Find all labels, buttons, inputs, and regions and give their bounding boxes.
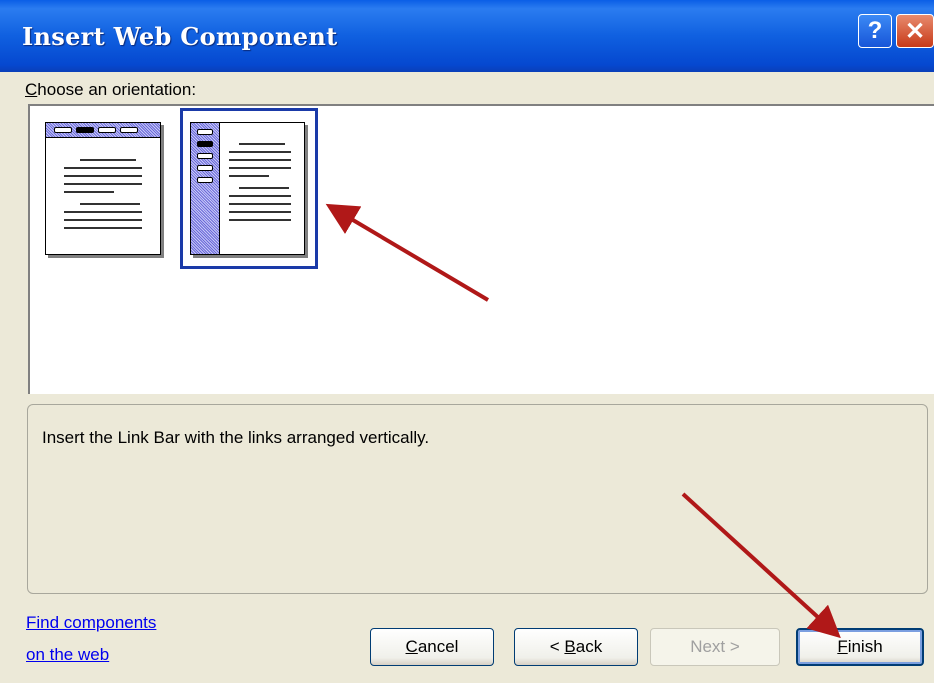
close-button[interactable]: ✕ [896,14,934,48]
description-text: Insert the Link Bar with the links arran… [42,428,430,447]
horizontal-link-bar-icon [46,123,160,138]
help-button[interactable]: ? [858,14,892,48]
cancel-button[interactable]: Cancel [370,628,494,666]
vertical-link-bar-icon [191,123,220,254]
orientation-prompt: Choose an orientation: [25,80,197,99]
find-components-link-line2[interactable]: on the web [26,645,109,665]
finish-button[interactable]: Finish [796,628,924,666]
horizontal-orientation-option[interactable] [45,122,161,255]
dialog-title: Insert Web Component [22,22,338,51]
find-components-link-line1[interactable]: Find components [26,613,156,633]
back-button[interactable]: < Back [514,628,638,666]
orientation-options-list [28,104,934,394]
insert-web-component-dialog: Insert Web Component ? ✕ Choose an orien… [0,0,934,683]
title-bar[interactable]: Insert Web Component ? ✕ [0,0,934,72]
next-button[interactable]: Next > [650,628,780,666]
vertical-orientation-option[interactable] [190,122,305,255]
